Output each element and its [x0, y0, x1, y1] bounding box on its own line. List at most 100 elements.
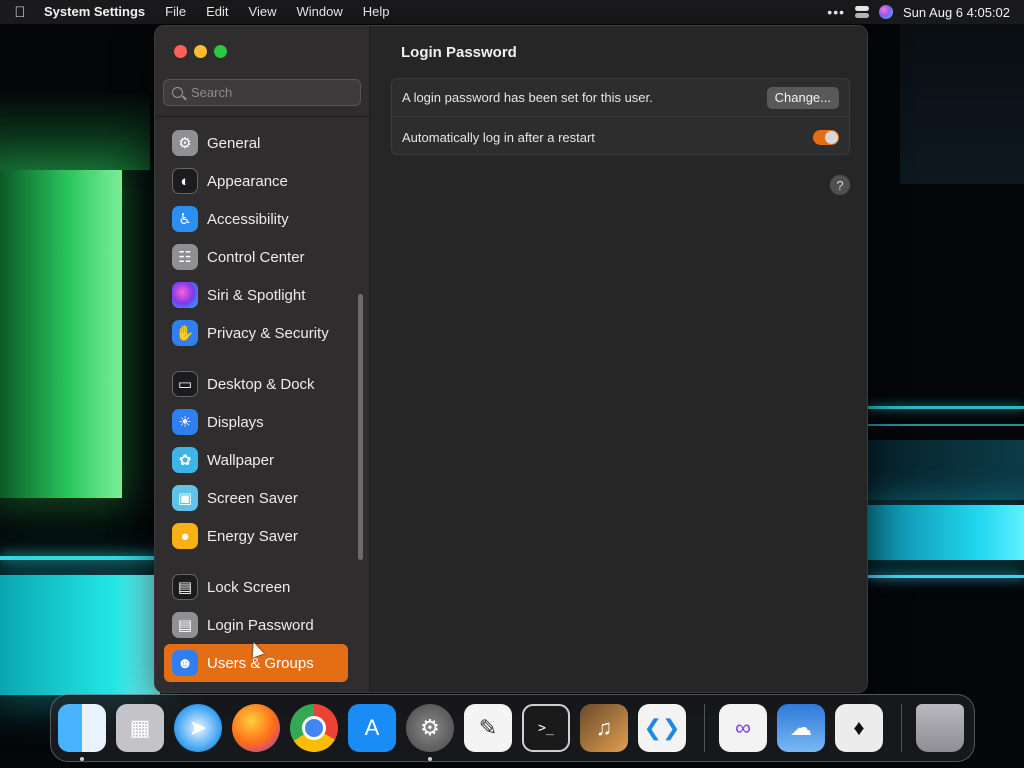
auto-login-toggle[interactable]: [813, 129, 839, 145]
sidebar: ⚙ General ◐ Appearance ♿ Accessibility ☷…: [155, 26, 370, 692]
dock-finder[interactable]: [58, 704, 106, 761]
lock-icon: ▤: [172, 612, 198, 638]
hand-icon: ✋: [172, 320, 198, 346]
dock-trash[interactable]: [916, 704, 964, 752]
sidebar-item-screen-saver[interactable]: ▣ Screen Saver: [164, 479, 348, 517]
sidebar-item-energy-saver[interactable]: ● Energy Saver: [164, 517, 348, 555]
sidebar-item-label: Siri & Spotlight: [207, 286, 306, 304]
search-icon: [172, 87, 183, 98]
apple-menu-icon[interactable]: : [0, 4, 40, 21]
sidebar-item-label: Accessibility: [207, 210, 289, 228]
sidebar-item-label: Wallpaper: [207, 451, 274, 469]
menu-window[interactable]: Window: [286, 0, 352, 24]
sidebar-item-desktop-dock[interactable]: ▭ Desktop & Dock: [164, 365, 348, 403]
auto-login-row: Automatically log in after a restart: [392, 118, 849, 156]
search-input[interactable]: [191, 85, 351, 100]
system-settings-window: ⚙ General ◐ Appearance ♿ Accessibility ☷…: [154, 25, 868, 693]
password-row: A login password has been set for this u…: [392, 79, 849, 117]
users-icon: ☻: [172, 650, 198, 676]
dock-separator: [901, 704, 902, 752]
siri-icon[interactable]: [879, 5, 894, 19]
dock-system-settings[interactable]: ⚙: [406, 704, 454, 761]
dock-weather[interactable]: ☁: [777, 704, 825, 752]
sidebar-item-lock-screen[interactable]: ▤ Lock Screen: [164, 568, 348, 606]
dock-visual-studio[interactable]: ∞: [719, 704, 767, 752]
menu-edit[interactable]: Edit: [196, 0, 238, 24]
sidebar-item-label: General: [207, 134, 261, 152]
password-status-text: A login password has been set for this u…: [402, 90, 653, 105]
sidebar-nav: ⚙ General ◐ Appearance ♿ Accessibility ☷…: [164, 124, 348, 682]
dock-textedit[interactable]: ✎: [464, 704, 512, 752]
sidebar-item-general[interactable]: ⚙ General: [164, 124, 348, 162]
sidebar-item-label: Displays: [207, 413, 264, 431]
sidebar-item-label: Users & Groups: [207, 654, 314, 672]
sidebar-item-label: Lock Screen: [207, 578, 291, 596]
wallpaper-glow: [0, 90, 150, 170]
content-pane: Login Password A login password has been…: [371, 26, 867, 692]
sidebar-item-privacy[interactable]: ✋ Privacy & Security: [164, 314, 348, 352]
bulb-icon: ●: [172, 523, 198, 549]
help-button[interactable]: ?: [830, 175, 850, 195]
dock-separator: [704, 704, 705, 752]
dock-vscode[interactable]: ❮❯: [638, 704, 686, 752]
sidebar-item-label: Privacy & Security: [207, 324, 329, 342]
dock-firefox[interactable]: [232, 704, 280, 752]
sidebar-item-wallpaper[interactable]: ✿ Wallpaper: [164, 441, 348, 479]
dock-app-store[interactable]: A: [348, 704, 396, 752]
wallpaper-right-band: [868, 505, 1024, 560]
auto-login-label: Automatically log in after a restart: [402, 129, 595, 145]
sidebar-item-control-center[interactable]: ☷ Control Center: [164, 238, 348, 276]
wallpaper-cyan-panel: [0, 575, 160, 695]
control-center-icon[interactable]: [855, 6, 870, 18]
wallpaper-icon: ✿: [172, 447, 198, 473]
wallpaper-right-dark: [868, 440, 1024, 500]
siri-icon: [172, 282, 198, 308]
wallpaper-right-line: [868, 575, 1024, 578]
app-menu[interactable]: System Settings: [40, 0, 155, 24]
lock-icon: ▤: [172, 574, 198, 600]
sidebar-item-displays[interactable]: ☀ Displays: [164, 403, 348, 441]
menu-view[interactable]: View: [239, 0, 287, 24]
wallpaper-right-line: [868, 424, 1024, 426]
settings-group: A login password has been set for this u…: [391, 78, 850, 155]
wallpaper-cyan-line: [0, 556, 160, 560]
sidebar-item-login-password[interactable]: ▤ Login Password: [164, 606, 348, 644]
dock-tuxedo[interactable]: ♦: [835, 704, 883, 752]
dock-chrome[interactable]: [290, 704, 338, 752]
clock[interactable]: Sun Aug 6 4:05:02: [903, 5, 1010, 20]
sidebar-item-accessibility[interactable]: ♿ Accessibility: [164, 200, 348, 238]
search-field[interactable]: [163, 79, 361, 106]
minimize-button[interactable]: [194, 45, 207, 58]
dock-safari[interactable]: ➤: [174, 704, 222, 752]
status-area: ••• Sun Aug 6 4:05:02: [827, 4, 1024, 20]
screen-saver-icon: ▣: [172, 485, 198, 511]
control-center-icon: ☷: [172, 244, 198, 270]
sun-icon: ☀: [172, 409, 198, 435]
zoom-button[interactable]: [214, 45, 227, 58]
sidebar-item-appearance[interactable]: ◐ Appearance: [164, 162, 348, 200]
sidebar-divider: [155, 116, 370, 117]
sidebar-scrollbar[interactable]: [358, 294, 363, 560]
toggle-knob: [825, 130, 838, 144]
wallpaper-right-line: [868, 406, 1024, 409]
more-icon[interactable]: •••: [827, 4, 845, 20]
dock-terminal[interactable]: >_: [522, 704, 570, 752]
close-button[interactable]: [174, 45, 187, 58]
sidebar-item-label: Energy Saver: [207, 527, 298, 545]
menu-file[interactable]: File: [155, 0, 196, 24]
sidebar-item-label: Control Center: [207, 248, 305, 266]
accessibility-icon: ♿: [172, 206, 198, 232]
dock-garageband[interactable]: ♫: [580, 704, 628, 752]
sidebar-item-label: Screen Saver: [207, 489, 298, 507]
gear-icon: ⚙: [172, 130, 198, 156]
dock-launchpad[interactable]: ▦: [116, 704, 164, 752]
sidebar-item-label: Desktop & Dock: [207, 375, 315, 393]
desktop-icon: ▭: [172, 371, 198, 397]
wallpaper-green-panel: [0, 170, 122, 498]
sidebar-item-label: Appearance: [207, 172, 288, 190]
menu-bar:  System Settings File Edit View Window …: [0, 0, 1024, 24]
change-password-button[interactable]: Change...: [766, 86, 839, 109]
sidebar-item-siri[interactable]: Siri & Spotlight: [164, 276, 348, 314]
menu-help[interactable]: Help: [353, 0, 400, 24]
page-title: Login Password: [401, 44, 517, 61]
